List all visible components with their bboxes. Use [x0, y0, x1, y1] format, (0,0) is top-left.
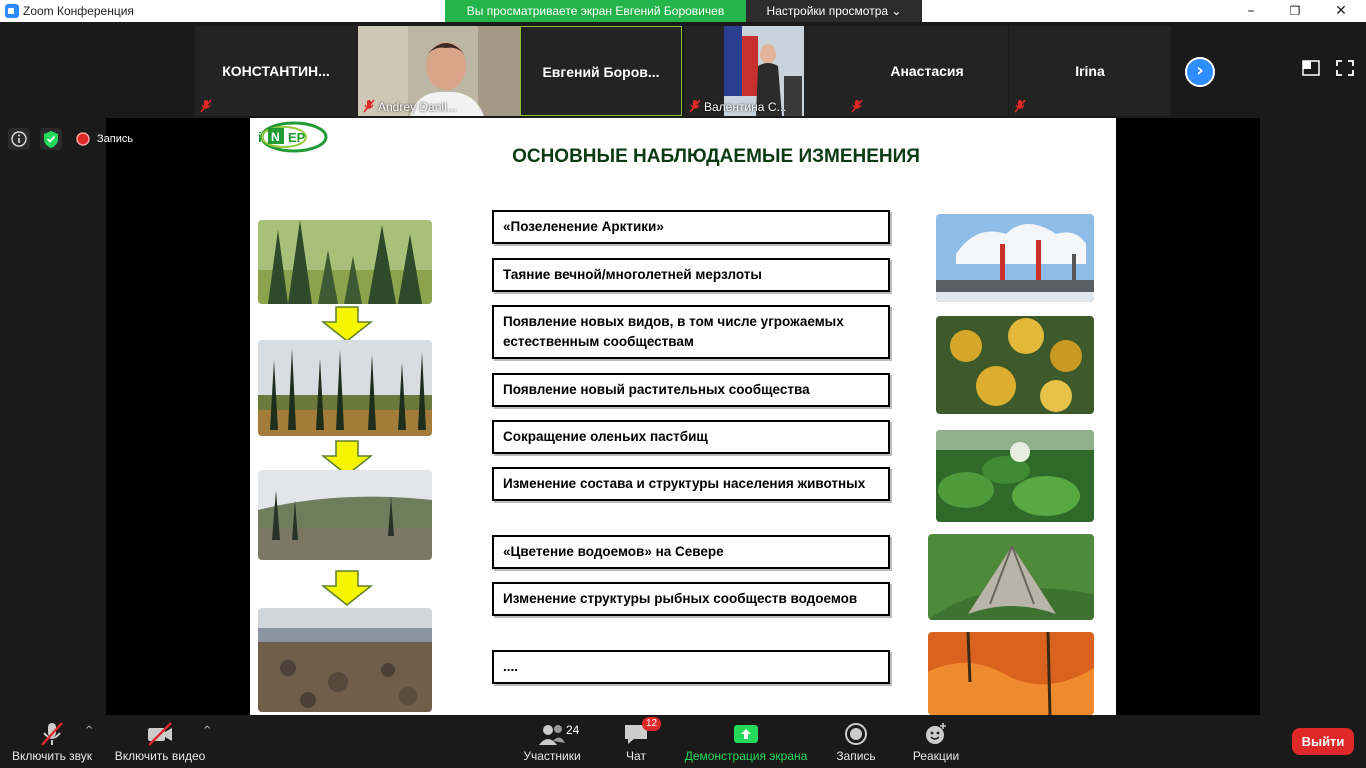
autumn-photo — [928, 632, 1094, 715]
change-item: Сокращение оленьих пастбищ — [492, 420, 890, 454]
meeting-toolbar: Включить звук ^ Включить видео ^ Участни… — [0, 715, 1366, 768]
change-item: Появление новый растительных сообщества — [492, 373, 890, 407]
participant-tile[interactable]: Валентина С... — [684, 26, 846, 116]
muted-mic-icon — [363, 99, 375, 113]
participant-name: Анастасия — [890, 63, 964, 79]
gallery-view-icon[interactable] — [1302, 60, 1320, 76]
participant-name: Евгений Боров... — [542, 64, 660, 80]
change-item: Изменение структуры рыбных сообществ вод… — [492, 582, 890, 616]
participants-count: 24 — [566, 723, 580, 737]
degraded-forest-photo — [258, 340, 432, 436]
arrow-down-icon — [321, 570, 373, 606]
view-options-button[interactable]: Настройки просмотра ⌄ — [746, 0, 922, 22]
title-bar: Zoom Конференция Вы просматриваете экран… — [0, 0, 1366, 22]
start-video-button[interactable]: Включить видео — [112, 715, 208, 768]
fullscreen-icon[interactable] — [1336, 60, 1354, 76]
slide-title: ОСНОВНЫЕ НАБЛЮДАЕМЫЕ ИЗМЕНЕНИЯ — [512, 146, 920, 167]
recording-label: Запись — [97, 133, 134, 145]
audio-options-caret-icon[interactable]: ^ — [85, 725, 93, 736]
recording-icon — [76, 132, 90, 146]
video-options-caret-icon[interactable]: ^ — [203, 725, 211, 736]
participant-tile[interactable]: Andrey Danil... — [358, 26, 520, 116]
zoom-logo-icon — [5, 4, 19, 18]
change-item: Появление новых видов, в том числе угрож… — [492, 305, 890, 359]
unmute-label: Включить звук — [11, 749, 93, 763]
next-page-button[interactable]: › — [1185, 57, 1215, 87]
participants-label: Участники — [523, 749, 581, 763]
change-item: .... — [492, 650, 890, 684]
record-icon — [845, 723, 867, 745]
reactions-icon — [926, 723, 946, 744]
participant-tile[interactable]: Irina — [1009, 26, 1171, 116]
chat-unread-badge: 12 — [642, 717, 662, 731]
change-item: Таяние вечной/многолетней мерзлоты — [492, 258, 890, 292]
participant-name: Irina — [1075, 63, 1105, 79]
screen-share-banner: Вы просматриваете экран Евгений Боровиче… — [445, 0, 746, 22]
hogweed-photo — [936, 430, 1094, 522]
share-screen-label: Демонстрация экрана — [684, 749, 808, 763]
reactions-label: Реакции — [912, 749, 960, 763]
unmute-button[interactable]: Включить звук — [8, 715, 96, 768]
chat-label: Чат — [626, 749, 646, 763]
muted-mic-icon — [1014, 99, 1026, 113]
window-title: Zoom Конференция — [23, 4, 134, 18]
svg-text:EP: EP — [288, 130, 306, 145]
participant-tile-active-speaker[interactable]: Евгений Боров... — [520, 26, 682, 116]
muted-mic-icon — [689, 99, 701, 113]
barren-land-photo — [258, 608, 432, 712]
muted-mic-icon — [851, 99, 863, 113]
change-item: «Цветение водоемов» на Севере — [492, 535, 890, 569]
leave-meeting-button[interactable]: Выйти — [1292, 728, 1354, 755]
sparse-forest-photo — [258, 470, 432, 560]
arrow-down-icon — [321, 306, 373, 342]
participant-gallery: КОНСТАНТИН... Andrey Danil... Евгений Бо… — [0, 22, 1366, 118]
participant-tile[interactable]: Анастасия — [846, 26, 1008, 116]
share-screen-button[interactable]: Демонстрация экрана — [684, 715, 808, 768]
encryption-shield-icon[interactable] — [40, 128, 62, 150]
minimize-button[interactable]: – — [1236, 2, 1266, 20]
record-button[interactable]: Запись — [832, 715, 880, 768]
participant-name: КОНСТАНТИН... — [222, 63, 330, 79]
info-icon[interactable] — [8, 128, 30, 150]
close-button[interactable]: ✕ — [1326, 2, 1356, 20]
record-label: Запись — [836, 749, 876, 763]
svg-text:i: i — [258, 129, 262, 145]
participants-icon — [539, 725, 565, 745]
factory-photo — [936, 214, 1094, 302]
forest-photo — [258, 220, 432, 304]
muted-microphone-icon — [41, 722, 63, 746]
muted-mic-icon — [200, 99, 212, 113]
video-off-icon — [148, 722, 172, 746]
start-video-label: Включить видео — [114, 749, 206, 763]
maximize-button[interactable]: ❐ — [1280, 2, 1310, 20]
plant-yellow-photo — [936, 316, 1094, 414]
change-item: Изменение состава и структуры населения … — [492, 467, 890, 501]
presentation-slide: i N EP ОСНОВНЫЕ НАБЛЮДАЕМЫЕ ИЗМЕНЕНИЯ «П… — [250, 118, 1116, 715]
participant-tile[interactable]: КОНСТАНТИН... — [195, 26, 357, 116]
change-item: «Позеленение Арктики» — [492, 210, 890, 244]
participant-name: Валентина С... — [704, 100, 787, 114]
reactions-button[interactable]: Реакции — [908, 715, 964, 768]
participant-name: Andrey Danil... — [378, 100, 457, 114]
moth-photo — [928, 534, 1094, 620]
share-screen-icon — [734, 725, 758, 743]
svg-text:N: N — [271, 130, 280, 144]
